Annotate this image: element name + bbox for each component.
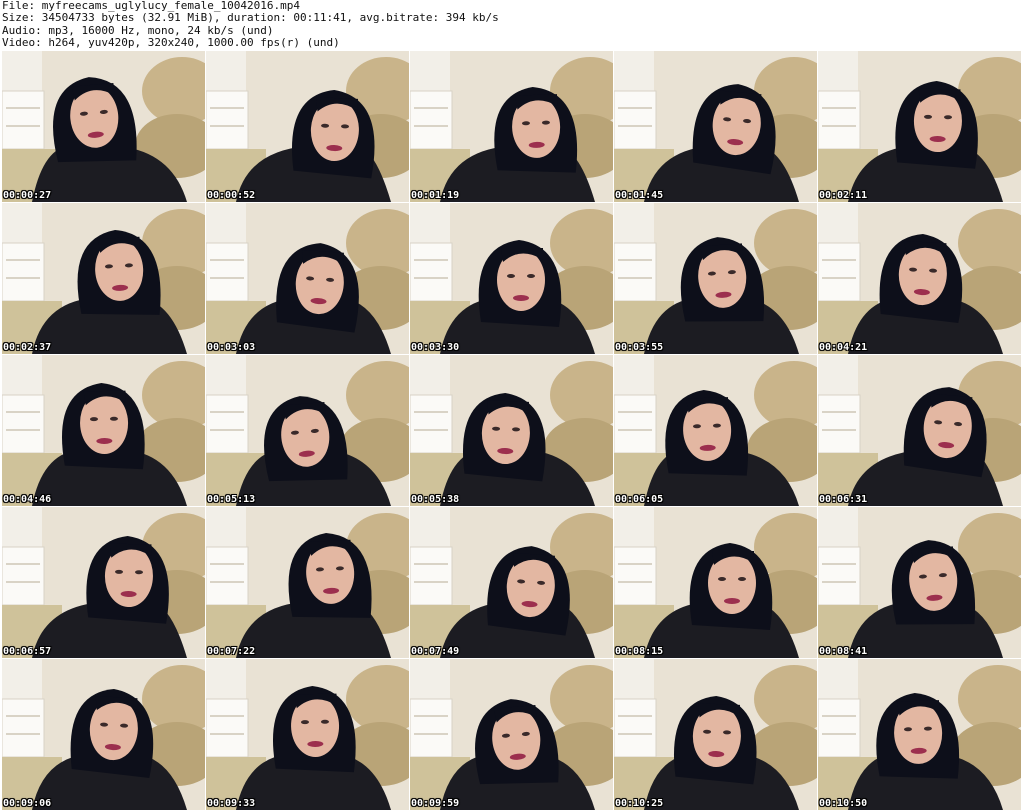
frame-image: [2, 507, 205, 658]
frame-image: [410, 51, 613, 202]
thumbnail-grid: 00:00:27 00:00:52 00:01:19 00:01:45 00:02:11…: [2, 51, 1021, 810]
file-size-line: Size: 34504733 bytes (32.91 MiB), durati…: [2, 11, 499, 25]
frame-image: [2, 203, 205, 354]
video-thumbnail: 00:07:49: [410, 507, 613, 658]
video-thumbnail: 00:10:50: [818, 659, 1021, 810]
video-thumbnail: 00:00:52: [206, 51, 409, 202]
video-thumbnail: 00:09:59: [410, 659, 613, 810]
video-thumbnail: 00:07:22: [206, 507, 409, 658]
video-thumbnail: 00:10:25: [614, 659, 817, 810]
frame-timestamp: 00:09:33: [207, 798, 256, 809]
frame-timestamp: 00:06:31: [819, 494, 868, 505]
frame-timestamp: 00:10:25: [615, 798, 664, 809]
frame-timestamp: 00:03:30: [411, 342, 460, 353]
video-thumbnail: 00:06:31: [818, 355, 1021, 506]
frame-timestamp: 00:00:27: [3, 190, 52, 201]
frame-image: [818, 659, 1021, 810]
frame-image: [614, 203, 817, 354]
frame-timestamp: 00:04:21: [819, 342, 868, 353]
frame-timestamp: 00:07:22: [207, 646, 256, 657]
frame-image: [818, 51, 1021, 202]
video-thumbnail: 00:09:33: [206, 659, 409, 810]
frame-image: [614, 507, 817, 658]
frame-image: [2, 659, 205, 810]
video-thumbnail: 00:01:19: [410, 51, 613, 202]
video-thumbnail: 00:06:05: [614, 355, 817, 506]
frame-image: [614, 659, 817, 810]
frame-timestamp: 00:00:52: [207, 190, 256, 201]
video-thumbnail: 00:05:13: [206, 355, 409, 506]
frame-timestamp: 00:02:37: [3, 342, 52, 353]
frame-image: [614, 51, 817, 202]
frame-image: [206, 507, 409, 658]
frame-image: [410, 507, 613, 658]
frame-image: [206, 51, 409, 202]
frame-image: [818, 203, 1021, 354]
video-thumbnail: 00:08:41: [818, 507, 1021, 658]
frame-timestamp: 00:10:50: [819, 798, 868, 809]
frame-timestamp: 00:02:11: [819, 190, 868, 201]
video-thumbnail: 00:03:30: [410, 203, 613, 354]
video-thumbnail: 00:04:46: [2, 355, 205, 506]
frame-image: [2, 51, 205, 202]
video-thumbnail: 00:01:45: [614, 51, 817, 202]
video-thumbnail: 00:03:03: [206, 203, 409, 354]
frame-timestamp: 00:05:13: [207, 494, 256, 505]
frame-timestamp: 00:04:46: [3, 494, 52, 505]
frame-timestamp: 00:06:05: [615, 494, 664, 505]
frame-timestamp: 00:01:19: [411, 190, 460, 201]
frame-timestamp: 00:07:49: [411, 646, 460, 657]
video-thumbnail: 00:08:15: [614, 507, 817, 658]
video-thumbnail: 00:02:11: [818, 51, 1021, 202]
video-thumbnail: 00:05:38: [410, 355, 613, 506]
frame-image: [410, 659, 613, 810]
video-info-line: Video: h264, yuv420p, 320x240, 1000.00 f…: [2, 36, 340, 50]
video-thumbnail: 00:06:57: [2, 507, 205, 658]
frame-timestamp: 00:08:15: [615, 646, 664, 657]
video-thumbnail: 00:04:21: [818, 203, 1021, 354]
frame-timestamp: 00:05:38: [411, 494, 460, 505]
frame-image: [206, 355, 409, 506]
frame-image: [410, 203, 613, 354]
video-thumbnail: 00:00:27: [2, 51, 205, 202]
frame-image: [614, 355, 817, 506]
frame-image: [206, 659, 409, 810]
frame-image: [410, 355, 613, 506]
file-info-header: File: myfreecams_uglylucy_female_1004201…: [2, 0, 1022, 50]
frame-image: [206, 203, 409, 354]
frame-image: [2, 355, 205, 506]
frame-timestamp: 00:09:59: [411, 798, 460, 809]
video-thumbnail: 00:09:06: [2, 659, 205, 810]
frame-timestamp: 00:09:06: [3, 798, 52, 809]
frame-timestamp: 00:03:03: [207, 342, 256, 353]
frame-timestamp: 00:01:45: [615, 190, 664, 201]
frame-image: [818, 507, 1021, 658]
video-thumbnail: 00:03:55: [614, 203, 817, 354]
frame-timestamp: 00:06:57: [3, 646, 52, 657]
frame-image: [818, 355, 1021, 506]
frame-timestamp: 00:03:55: [615, 342, 664, 353]
frame-timestamp: 00:08:41: [819, 646, 868, 657]
video-thumbnail: 00:02:37: [2, 203, 205, 354]
